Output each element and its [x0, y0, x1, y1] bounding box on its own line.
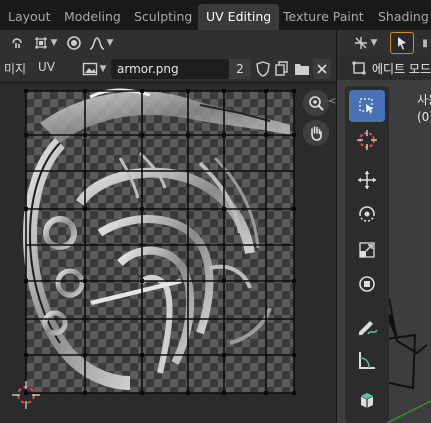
- editor-split[interactable]: [336, 30, 337, 423]
- cursor-tool[interactable]: [349, 124, 385, 156]
- move-tool[interactable]: [349, 164, 385, 196]
- zoom-icon[interactable]: [303, 90, 329, 116]
- hand-pan-icon[interactable]: [303, 120, 329, 146]
- image-type-icon[interactable]: ▼: [80, 59, 108, 79]
- tab-shading[interactable]: Shading: [370, 4, 431, 30]
- tab-layout[interactable]: Layout: [0, 4, 59, 30]
- mode-label[interactable]: 에디트 모드: [372, 60, 431, 77]
- falloff-curve-icon[interactable]: ▼: [86, 33, 116, 53]
- tab-modeling[interactable]: Modeling: [56, 4, 129, 30]
- close-icon[interactable]: [313, 59, 331, 79]
- transform-orientation-icon[interactable]: ▼: [350, 33, 380, 53]
- chevron-down-icon: ▼: [99, 64, 107, 74]
- image-users-count[interactable]: 2: [229, 59, 251, 79]
- tool-options-icon[interactable]: ▮: [420, 33, 430, 53]
- transform-tool[interactable]: [349, 268, 385, 300]
- viewport-overlay-title: 사용: [417, 93, 431, 107]
- annotate-tool[interactable]: [349, 310, 385, 342]
- uv-menu[interactable]: UV: [38, 60, 55, 74]
- duplicate-image-icon[interactable]: [273, 59, 291, 79]
- uv-grid-overlay: [24, 89, 296, 395]
- rotate-tool[interactable]: [349, 198, 385, 230]
- workspace-tabbar: Layout Modeling Sculpting UV Editing Tex…: [0, 0, 431, 30]
- edit-mode-icon[interactable]: [350, 58, 368, 78]
- chevron-down-icon: ▼: [50, 38, 58, 48]
- blender-window: Layout Modeling Sculpting UV Editing Tex…: [0, 0, 431, 423]
- select-box-tool[interactable]: [349, 90, 385, 122]
- viewport-overlay-frame: (0): [417, 110, 431, 124]
- grid-snap-icon[interactable]: ▼: [30, 33, 60, 53]
- image-name-field[interactable]: armor.png: [111, 59, 229, 79]
- sidebar-toggle-icon[interactable]: <: [328, 96, 336, 107]
- tab-sculpting[interactable]: Sculpting: [126, 4, 200, 30]
- open-folder-icon[interactable]: [292, 59, 312, 79]
- add-cube-tool[interactable]: [349, 384, 385, 416]
- link-icon[interactable]: [6, 33, 28, 53]
- proportional-edit-icon[interactable]: [64, 33, 84, 53]
- scale-tool[interactable]: [349, 234, 385, 266]
- tab-texture-paint[interactable]: Texture Paint: [275, 4, 372, 30]
- uv-viewport[interactable]: <: [0, 83, 336, 423]
- tab-uv-editing[interactable]: UV Editing: [198, 4, 280, 30]
- chevron-down-icon: ▼: [370, 38, 378, 48]
- chevron-down-icon: ▼: [106, 38, 114, 48]
- measure-tool[interactable]: [349, 344, 385, 376]
- select-mode-icon[interactable]: [390, 32, 414, 54]
- image-menu[interactable]: 미지: [4, 60, 26, 77]
- 2d-cursor-icon[interactable]: [11, 380, 41, 410]
- shield-icon[interactable]: [254, 59, 272, 79]
